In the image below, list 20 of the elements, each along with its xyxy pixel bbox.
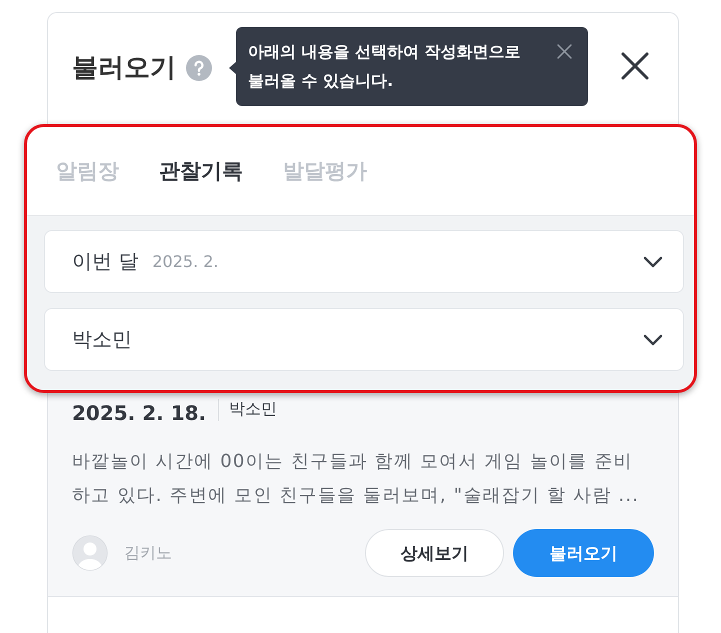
close-icon bbox=[621, 52, 649, 80]
dropdown-label: 박소민 bbox=[72, 326, 132, 353]
action-button[interactable]: 상세보기 bbox=[365, 529, 504, 577]
chevron-down-icon bbox=[643, 334, 663, 346]
chevron-down-icon bbox=[643, 256, 663, 268]
avatar-icon bbox=[72, 535, 108, 571]
tab[interactable]: 관찰기록 bbox=[159, 157, 243, 185]
close-icon bbox=[557, 44, 572, 59]
dropdown-field[interactable]: 박소민 bbox=[44, 308, 684, 371]
panel-title: 불러오기 bbox=[72, 52, 176, 85]
child-name: 박소민 bbox=[229, 398, 278, 420]
dropdown-label: 이번 달 bbox=[72, 248, 138, 275]
author-name: 김키노 bbox=[124, 542, 172, 564]
close-button[interactable] bbox=[621, 52, 649, 80]
record-text: 바깥놀이 시간에 00이는 친구들과 함께 모여서 게임 놀이를 준비하고 있다. 주변에 모인 친구들을 둘러보며, "술래잡기 할 사람 ... bbox=[72, 450, 640, 508]
record-date: 2025. 2. 18. bbox=[72, 401, 206, 425]
tooltip-close-button[interactable] bbox=[557, 44, 572, 59]
dropdown-field[interactable]: 이번 달 2025. 2. bbox=[44, 230, 684, 293]
tooltip-text: 아래의 내용을 선택하여 작성화면으로 불러올 수 있습니다. bbox=[248, 41, 522, 92]
dropdown-value: 2025. 2. bbox=[152, 252, 219, 271]
